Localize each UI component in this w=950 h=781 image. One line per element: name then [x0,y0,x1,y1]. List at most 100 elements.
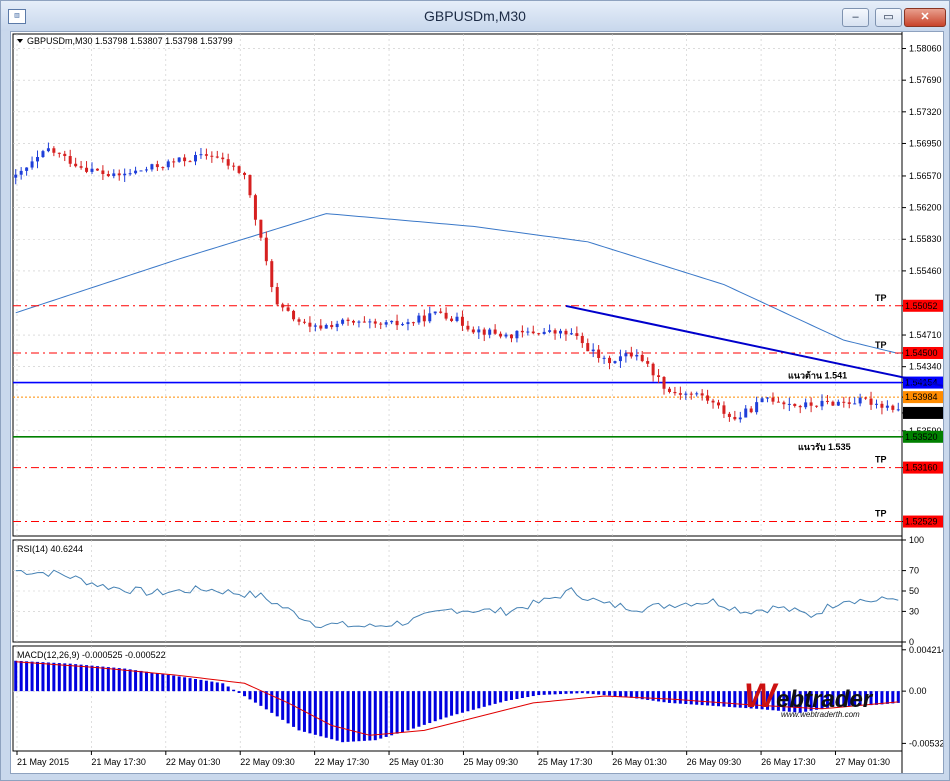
macd-histogram-bar [166,674,170,692]
candle-body [19,170,23,175]
candle-body [460,316,464,326]
macd-histogram-bar [112,667,116,692]
macd-histogram-bar [602,691,606,696]
macd-histogram-bar [689,691,693,705]
macd-histogram-bar [586,691,590,694]
macd-histogram-bar [733,691,737,708]
candle-body [809,402,813,406]
macd-histogram-bar [700,691,704,706]
macd-histogram-bar [188,678,192,692]
macd-histogram-bar [422,691,426,725]
tp-line-2-tp-tag: TP [875,340,887,350]
macd-histogram-bar [559,691,563,695]
macd-histogram-bar [428,691,432,724]
x-tick-label: 22 May 17:30 [315,757,370,767]
candle-body [155,164,159,168]
macd-tick-label: 0.00 [909,686,927,696]
candle-body [864,397,868,399]
restore-button[interactable]: ▭ [875,8,902,27]
macd-histogram-bar [466,691,470,712]
macd-histogram-bar [204,680,208,692]
macd-histogram-bar [738,691,742,708]
candle-body [526,331,530,333]
candle-body [618,356,622,362]
macd-histogram-bar [455,691,459,715]
candle-body [281,304,285,308]
candle-body [548,330,552,332]
candle-body [57,152,61,154]
macd-histogram-bar [618,691,622,697]
chart-svg[interactable]: 21 May 2015 21 May 17:30 22 May 01:30 22 Ma… [11,32,950,773]
candle-body [139,170,143,172]
macd-histogram-bar [74,664,78,692]
moving-average-line [15,213,899,354]
macd-histogram-bar [368,691,372,741]
candle-body [559,330,563,334]
macd-histogram-bar [624,691,628,698]
macd-histogram-bar [68,663,72,692]
candle-body [390,320,394,323]
macd-histogram-bar [79,664,83,692]
title-bar[interactable]: ▥ GBPUSDm,M30 – ▭ ✕ [1,1,949,31]
macd-histogram-bar [177,676,181,692]
macd-histogram-bar [433,691,437,722]
x-tick-label: 26 May 09:30 [687,757,742,767]
candle-body [215,156,219,158]
macd-histogram-bar [711,691,715,706]
rsi-tick-label: 30 [909,606,919,616]
candle-body [646,361,650,364]
candle-body [831,401,835,406]
candle-body [183,157,187,162]
close-button[interactable]: ✕ [904,8,946,27]
candle-body [85,167,89,172]
candle-body [722,405,726,414]
candle-body [395,320,399,326]
candle-body [825,400,829,402]
y-tick-label: 1.54710 [909,330,942,340]
macd-histogram-bar [608,691,612,696]
chart-area[interactable]: 21 May 2015 21 May 17:30 22 May 01:30 22 Ma… [10,31,950,774]
x-tick-label: 22 May 01:30 [166,757,221,767]
x-tick-label: 25 May 09:30 [463,757,518,767]
chart-window: ▥ GBPUSDm,M30 – ▭ ✕ 21 May 2015 21 May 17… [0,0,950,781]
main-pane-border [12,33,903,537]
candle-body [346,319,350,321]
macd-histogram-bar [270,691,274,713]
candle-body [771,397,775,402]
level-line-price-label: 1.53984 [905,392,938,402]
window-title: GBPUSDm,M30 [424,8,526,24]
macd-tick-label: 0.004214 [909,645,943,655]
macd-histogram-bar [253,691,257,703]
macd-histogram-bar [880,691,884,705]
macd-histogram-bar [324,691,328,738]
candle-body [199,154,203,156]
candle-body [112,173,116,177]
candle-body [188,161,192,163]
candle-body [608,357,612,364]
macd-histogram-bar [281,691,285,720]
macd-histogram-bar [651,691,655,701]
candle-body [368,321,372,323]
macd-histogram-bar [150,672,154,692]
candle-body [760,398,764,403]
macd-tick-label: -0.005325 [909,738,943,748]
macd-histogram-bar [526,691,530,698]
macd-histogram-bar [144,671,148,692]
macd-histogram-bar [313,691,317,735]
candle-body [384,322,388,325]
macd-histogram-bar [90,665,94,692]
macd-histogram-bar [232,689,236,692]
macd-histogram-bar [673,691,677,704]
macd-histogram-bar [172,675,176,692]
candle-body [444,312,448,319]
macd-histogram-bar [531,691,535,697]
macd-histogram-bar [695,691,699,705]
candle-body [635,354,639,357]
macd-histogram-bar [57,663,61,692]
candle-body [733,416,737,420]
candle-body [292,310,296,320]
macd-histogram-bar [248,691,252,700]
candle-body [657,375,661,377]
candle-body [36,157,40,162]
minimize-button[interactable]: – [842,8,869,27]
